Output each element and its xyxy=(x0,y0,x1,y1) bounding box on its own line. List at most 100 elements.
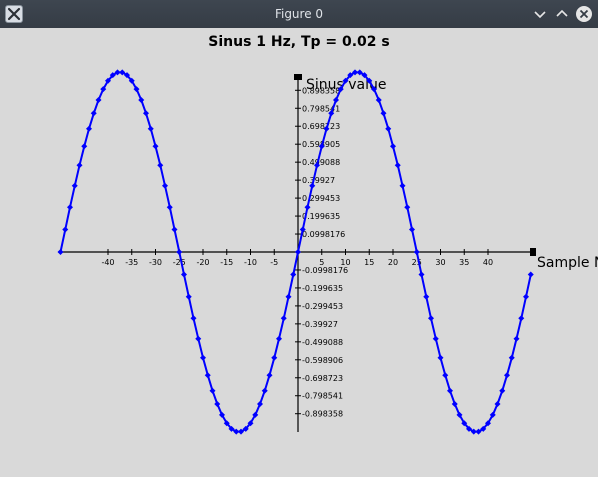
y-tick-label: -0.798541 xyxy=(302,392,343,401)
data-point xyxy=(399,182,406,189)
data-point xyxy=(375,97,382,104)
x-tick-label: 20 xyxy=(388,258,398,267)
data-point xyxy=(209,387,216,394)
window-title: Figure 0 xyxy=(274,7,324,21)
data-point xyxy=(81,143,88,150)
y-tick-label: 0.199635 xyxy=(302,212,340,221)
data-point xyxy=(513,335,520,342)
y-tick-label: -0.0998176 xyxy=(302,266,348,275)
data-point xyxy=(508,354,515,361)
data-point xyxy=(261,387,268,394)
data-point xyxy=(67,204,73,211)
data-point xyxy=(423,293,430,300)
data-point xyxy=(280,315,287,322)
y-tick-label: -0.39927 xyxy=(302,320,338,329)
data-point xyxy=(404,204,411,211)
x-tick-label: -15 xyxy=(220,258,233,267)
y-tick-label: -0.898358 xyxy=(302,410,343,419)
title-bar[interactable]: Figure 0 xyxy=(0,0,598,28)
x-tick-label: -5 xyxy=(270,258,278,267)
data-point xyxy=(304,204,311,211)
data-point xyxy=(147,125,154,132)
y-tick-label: -0.299453 xyxy=(302,302,343,311)
x-tick-label: -40 xyxy=(101,258,114,267)
data-point xyxy=(62,226,69,233)
data-point xyxy=(157,162,164,169)
sine-chart: Sample NSinus value-40 -35 -30 -25 -20 -15 -10… xyxy=(57,69,598,435)
data-point xyxy=(290,271,297,278)
close-icon xyxy=(576,6,592,22)
y-tick-label: 0.499088 xyxy=(302,158,340,167)
data-point xyxy=(333,97,339,104)
data-point xyxy=(385,125,392,132)
figure-window: Figure 0 Sinus 1 Hz, Tp = 0.02 s Sample … xyxy=(0,0,598,477)
x-axis-title: Sample N xyxy=(537,255,598,271)
data-point xyxy=(200,354,206,361)
data-point xyxy=(390,143,396,150)
data-point xyxy=(138,97,145,104)
x-tick-label: 30 xyxy=(435,258,445,267)
data-point xyxy=(447,387,453,394)
data-point xyxy=(494,400,501,407)
data-point xyxy=(166,204,173,211)
y-tick-label: 0.698723 xyxy=(302,122,340,131)
data-point xyxy=(276,335,282,342)
x-tick-label: 15 xyxy=(364,258,374,267)
data-point xyxy=(394,162,401,169)
x-tick-label: -25 xyxy=(173,258,186,267)
plot-area: Sinus 1 Hz, Tp = 0.02 s Sample N Sinus va… xyxy=(0,28,598,477)
y-tick-label: 0.39927 xyxy=(302,176,335,185)
x-tick-label: -30 xyxy=(149,258,162,267)
x-tick-label: -10 xyxy=(244,258,257,267)
x-axis-arrow xyxy=(530,248,536,256)
close-button[interactable] xyxy=(574,4,594,24)
data-point xyxy=(518,315,525,322)
data-point xyxy=(76,162,83,169)
data-point xyxy=(143,110,149,117)
data-point xyxy=(451,400,458,407)
data-point xyxy=(90,110,97,117)
y-axis-arrow xyxy=(294,74,302,80)
data-point xyxy=(285,293,292,300)
data-point xyxy=(162,182,168,189)
data-point xyxy=(527,271,534,278)
data-point xyxy=(523,293,529,300)
data-point xyxy=(428,315,434,322)
maximize-icon xyxy=(556,9,568,17)
data-point xyxy=(437,354,444,361)
x-tick-label: 40 xyxy=(483,258,493,267)
x-tick-label: 35 xyxy=(459,258,469,267)
y-tick-label: 0.0998176 xyxy=(302,230,345,239)
data-point xyxy=(266,372,273,379)
data-point xyxy=(152,143,159,150)
data-point xyxy=(499,387,506,394)
data-point xyxy=(442,372,449,379)
maximize-button[interactable] xyxy=(552,4,572,24)
x-tick-label: -35 xyxy=(125,258,138,267)
data-point xyxy=(171,226,178,233)
data-point xyxy=(57,249,64,255)
y-tick-label: -0.698723 xyxy=(302,374,343,383)
data-point xyxy=(432,335,439,342)
data-point xyxy=(257,400,263,407)
data-point xyxy=(295,249,301,255)
y-tick-label: -0.199635 xyxy=(302,284,343,293)
minimize-icon xyxy=(534,11,546,19)
data-point xyxy=(71,182,78,189)
data-point xyxy=(271,354,278,361)
data-point xyxy=(504,372,510,379)
data-point xyxy=(413,249,420,255)
data-point xyxy=(418,271,425,278)
data-point xyxy=(86,125,92,132)
data-point xyxy=(95,97,102,104)
data-point xyxy=(176,249,183,255)
data-point xyxy=(185,293,192,300)
minimize-button[interactable] xyxy=(530,4,550,24)
y-tick-label: -0.598906 xyxy=(302,356,343,365)
data-point xyxy=(214,400,221,407)
data-point xyxy=(380,110,387,117)
data-point xyxy=(195,335,202,342)
data-point xyxy=(409,226,415,233)
data-point xyxy=(204,372,211,379)
data-point xyxy=(190,315,197,322)
